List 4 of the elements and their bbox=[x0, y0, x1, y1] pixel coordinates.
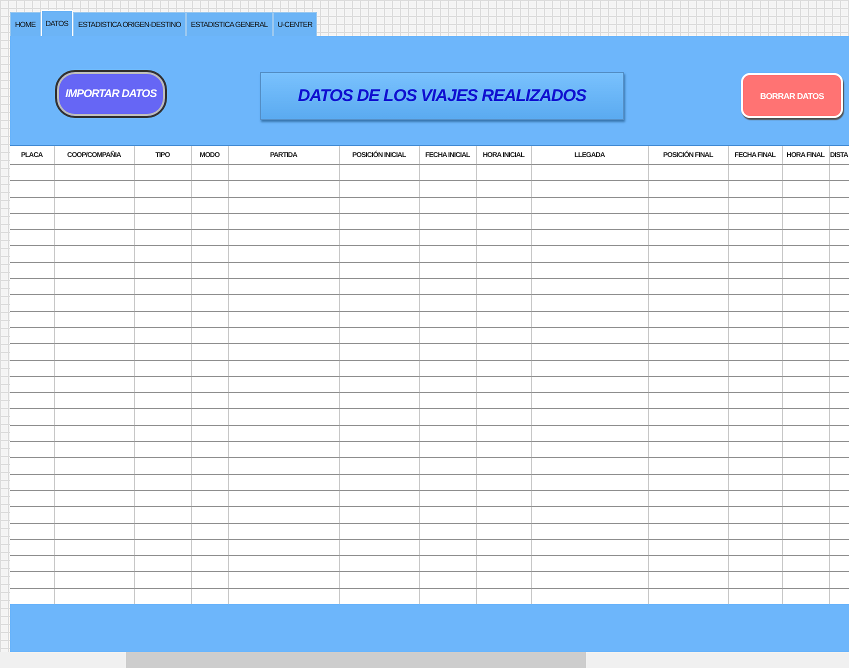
horizontal-scrollbar[interactable] bbox=[0, 652, 849, 668]
scrollbar-thumb[interactable] bbox=[126, 652, 586, 668]
title-banner: DATOS DE LOS VIAJES REALIZADOS bbox=[260, 72, 624, 120]
import-button[interactable]: IMPORTAR DATOS bbox=[55, 70, 167, 118]
